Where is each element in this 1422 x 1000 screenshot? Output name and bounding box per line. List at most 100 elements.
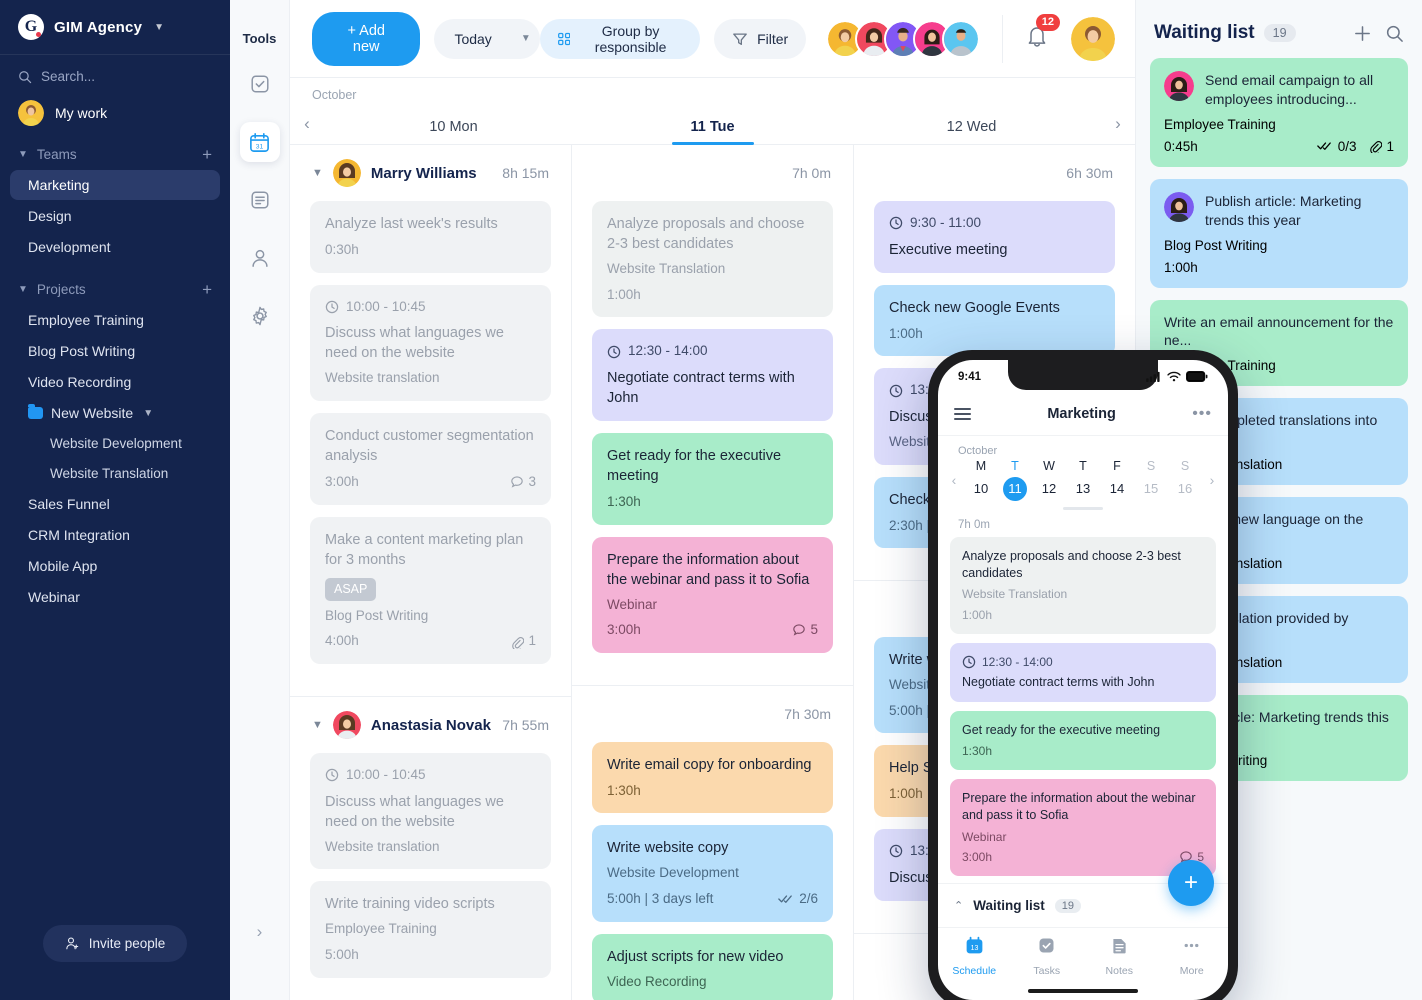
group-by-responsible-button[interactable]: Group by responsible bbox=[539, 18, 701, 59]
phone-next-week-button[interactable]: › bbox=[1202, 472, 1222, 488]
dots-icon bbox=[1156, 935, 1229, 961]
waiting-list-count: 19 bbox=[1263, 24, 1296, 42]
phone-day-5[interactable]: S 15 bbox=[1134, 459, 1168, 501]
add-team-button[interactable]: + bbox=[202, 146, 212, 163]
phone-status-time: 9:41 bbox=[958, 370, 982, 383]
phone-prev-week-button[interactable]: ‹ bbox=[944, 472, 964, 488]
phone-add-button[interactable]: + bbox=[1168, 860, 1214, 907]
workspace-switcher[interactable]: G GIM Agency ▼ bbox=[0, 0, 230, 55]
phone-task-card[interactable]: Get ready for the executive meeting 1:30h bbox=[950, 710, 1216, 770]
attachment-icon bbox=[512, 636, 525, 649]
tool-tasks[interactable] bbox=[240, 64, 280, 104]
chevron-down-icon[interactable]: ▼ bbox=[312, 167, 323, 179]
sidebar-group-projects[interactable]: ▼ Projects + bbox=[0, 273, 230, 304]
current-user-avatar[interactable] bbox=[1071, 16, 1115, 61]
chevron-down-icon[interactable]: ▼ bbox=[312, 719, 323, 731]
phone-waiting-list-bar[interactable]: ⌃ Waiting list 19 + bbox=[938, 860, 1228, 927]
sidebar-item-project-2[interactable]: Video Recording bbox=[10, 367, 220, 397]
prev-day-button[interactable]: ‹ bbox=[290, 114, 324, 144]
task-card[interactable]: Analyze last week's results 0:30h bbox=[310, 201, 551, 273]
phone-tab-notes[interactable]: Notes bbox=[1083, 935, 1156, 989]
phone-task-card[interactable]: Prepare the information about the webina… bbox=[950, 778, 1216, 877]
sidebar-item-project-8[interactable]: Mobile App bbox=[10, 551, 220, 581]
task-card[interactable]: Write training video scripts Employee Tra… bbox=[310, 881, 551, 978]
waiting-card-checks: 0/3 bbox=[1316, 139, 1356, 154]
filter-button[interactable]: Filter bbox=[714, 18, 807, 59]
tool-settings[interactable] bbox=[240, 296, 280, 336]
task-card[interactable]: 9:30 - 11:00 Executive meeting bbox=[874, 201, 1115, 273]
phone-day-2[interactable]: W 12 bbox=[1032, 459, 1066, 501]
sidebar-item-project-1[interactable]: Blog Post Writing bbox=[10, 336, 220, 366]
task-card[interactable]: Get ready for the executive meeting 1:30h bbox=[592, 432, 833, 525]
sidebar-item-project-0[interactable]: Employee Training bbox=[10, 305, 220, 335]
phone-tab-tasks[interactable]: Tasks bbox=[1011, 935, 1084, 989]
card-meta: 0:30h bbox=[325, 241, 536, 260]
notifications-button[interactable]: 12 bbox=[1025, 14, 1060, 54]
waiting-card-top: Publish article: Marketing trends this y… bbox=[1164, 191, 1394, 230]
sidebar-item-project-5[interactable]: Website Translation bbox=[10, 459, 220, 488]
waiting-list-card[interactable]: Publish article: Marketing trends this y… bbox=[1150, 178, 1408, 288]
phone-day-1[interactable]: T 11 bbox=[998, 459, 1032, 501]
menu-icon[interactable] bbox=[954, 405, 971, 423]
card-project: Webinar bbox=[607, 596, 658, 612]
card-meta: 3:00h 3 bbox=[325, 473, 536, 492]
phone-day-0[interactable]: M 10 bbox=[964, 459, 998, 501]
next-day-button[interactable]: › bbox=[1101, 114, 1135, 144]
sidebar-item-project-3[interactable]: New Website ▼ bbox=[10, 398, 220, 428]
phone-day-6[interactable]: S 16 bbox=[1168, 459, 1202, 501]
expand-rail-button[interactable]: › bbox=[257, 923, 263, 940]
task-card[interactable]: Check new Google Events 1:00h bbox=[874, 284, 1115, 357]
task-card[interactable]: 10:00 - 10:45 Discuss what languages we n… bbox=[310, 284, 551, 401]
task-card[interactable]: Analyze proposals and choose 2-3 best ca… bbox=[592, 201, 833, 318]
double-check-icon bbox=[778, 895, 793, 904]
add-project-button[interactable]: + bbox=[202, 281, 212, 298]
phone-tab-schedule[interactable]: 13 Schedule bbox=[938, 935, 1011, 989]
more-icon[interactable]: ••• bbox=[1192, 406, 1212, 422]
phone-day-4[interactable]: F 14 bbox=[1100, 459, 1134, 501]
chevron-down-icon[interactable]: ▼ bbox=[507, 33, 540, 44]
task-card[interactable]: Conduct customer segmentation analysis 3:… bbox=[310, 412, 551, 505]
task-card[interactable]: Prepare the information about the webina… bbox=[592, 536, 833, 653]
day-tab-2[interactable]: 12 Wed bbox=[842, 119, 1101, 144]
sidebar-item-project-6[interactable]: Sales Funnel bbox=[10, 489, 220, 519]
day-tab-0[interactable]: 10 Mon bbox=[324, 119, 583, 144]
chevron-down-icon[interactable]: ▼ bbox=[143, 408, 153, 419]
plus-icon[interactable] bbox=[1353, 24, 1372, 43]
comment-icon bbox=[793, 624, 806, 637]
phone-task-card[interactable]: Analyze proposals and choose 2-3 best ca… bbox=[950, 536, 1216, 634]
sidebar-group-teams[interactable]: ▼ Teams + bbox=[0, 138, 230, 169]
avatar bbox=[1164, 191, 1194, 222]
sidebar-item-project-9[interactable]: Webinar bbox=[10, 582, 220, 612]
tool-notes[interactable] bbox=[240, 180, 280, 220]
card-time-label: 12:30 - 14:00 bbox=[628, 343, 708, 359]
divider bbox=[1002, 14, 1003, 63]
wifi-icon bbox=[1167, 372, 1181, 382]
add-new-button[interactable]: + Add new bbox=[312, 11, 421, 66]
task-card[interactable]: Write website copy Website Development 5:0… bbox=[592, 825, 833, 922]
task-card[interactable]: 12:30 - 14:00 Negotiate contract terms wi… bbox=[592, 329, 833, 421]
task-card[interactable]: Adjust scripts for new video Video Record… bbox=[592, 933, 833, 1000]
task-card[interactable]: 10:00 - 10:45 Discuss what languages we n… bbox=[310, 753, 551, 870]
search-icon[interactable] bbox=[1385, 24, 1404, 43]
sidebar-item-team-1[interactable]: Design bbox=[10, 201, 220, 231]
waiting-list-card[interactable]: Send email campaign to all employees int… bbox=[1150, 58, 1408, 167]
month-label: October bbox=[312, 88, 357, 102]
tool-people[interactable] bbox=[240, 238, 280, 278]
invite-people-button[interactable]: Invite people bbox=[42, 925, 188, 962]
today-selector[interactable]: Today ▼ bbox=[434, 18, 540, 59]
tool-schedule[interactable]: 31 bbox=[239, 122, 280, 162]
search-input[interactable]: Search... bbox=[0, 55, 230, 94]
filter-label: Filter bbox=[757, 30, 789, 47]
sidebar-item-team-2[interactable]: Development bbox=[10, 232, 220, 262]
sidebar-item-project-7[interactable]: CRM Integration bbox=[10, 520, 220, 550]
task-card[interactable]: Write email copy for onboarding 1:30h bbox=[592, 741, 833, 814]
phone-task-card[interactable]: 12:30 - 14:00 Negotiate contract terms wi… bbox=[950, 642, 1216, 702]
phone-day-3[interactable]: T 13 bbox=[1066, 459, 1100, 501]
task-card[interactable]: Make a content marketing plan for 3 mont… bbox=[310, 516, 551, 664]
day-tab-1[interactable]: 11 Tue bbox=[583, 119, 842, 144]
team-avatars[interactable] bbox=[826, 19, 981, 58]
sidebar-item-team-0[interactable]: Marketing bbox=[10, 170, 220, 200]
phone-tab-more[interactable]: More bbox=[1156, 935, 1229, 989]
sidebar-item-my-work[interactable]: My work bbox=[0, 94, 230, 138]
sidebar-item-project-4[interactable]: Website Development bbox=[10, 429, 220, 458]
